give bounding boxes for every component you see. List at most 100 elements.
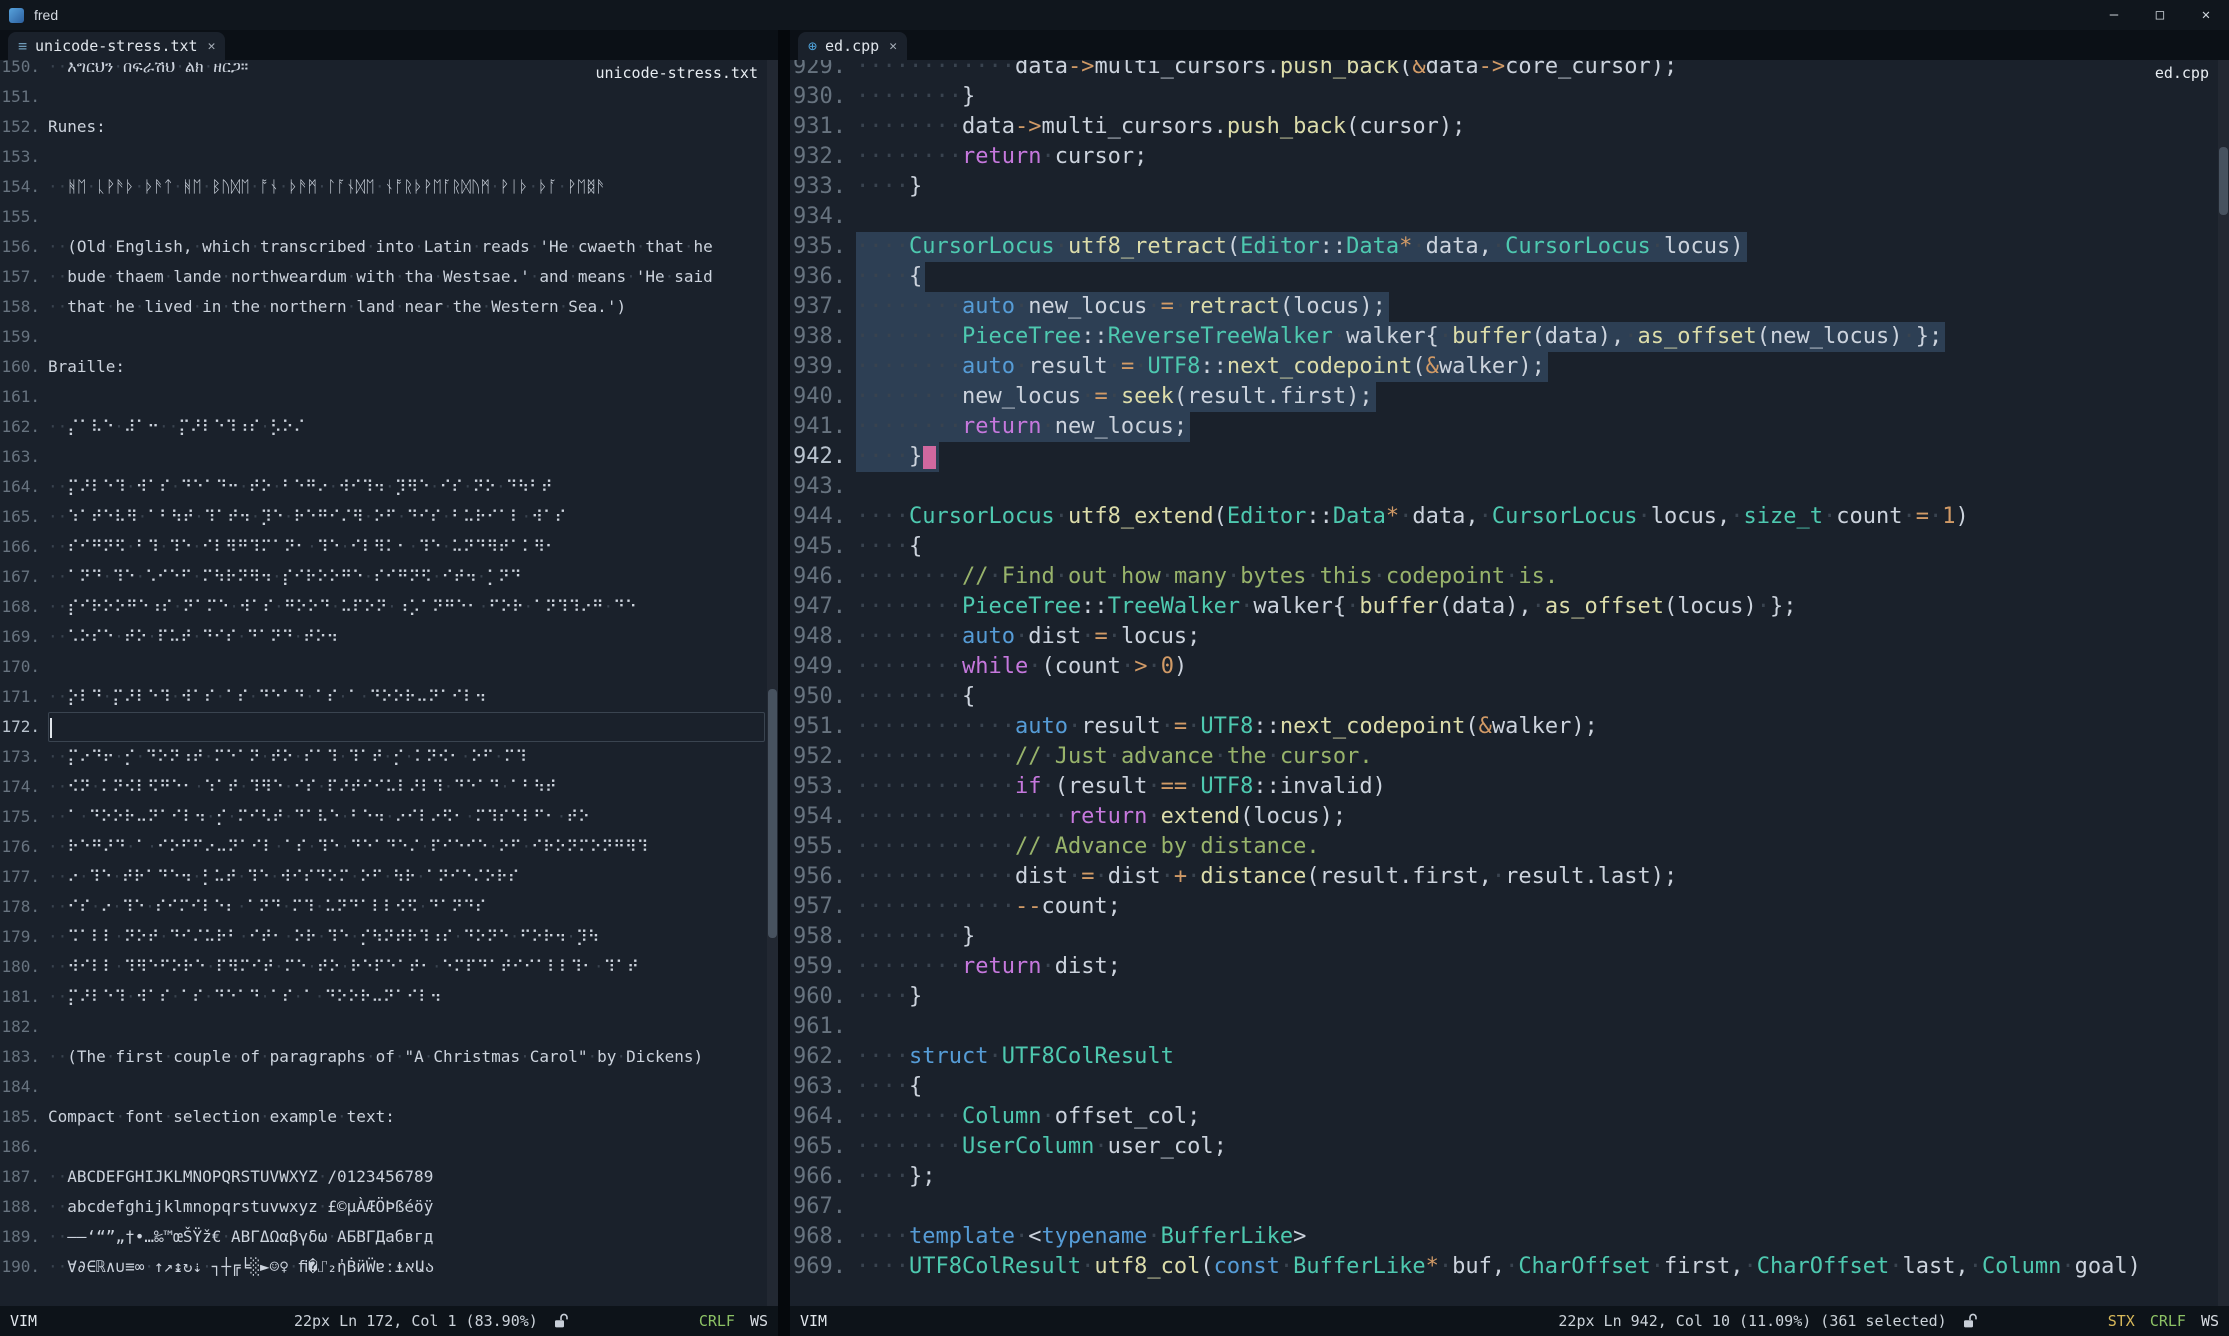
line-content[interactable] [48, 202, 765, 232]
line-content[interactable]: ··(Old·English,·which·transcribed·into·L… [48, 232, 765, 262]
line-content[interactable] [856, 1192, 2216, 1222]
line-content[interactable]: ··⠗⠑⠛⠜⠙·⠁·⠊⠕⠋⠋⠔⠤⠝⠁⠊⠇·⠁⠎·⠹⠑·⠙⠑⠁⠙⠑⠌·⠏⠊⠑⠊⠑·… [48, 832, 765, 862]
line-content[interactable]: ········new_locus·=·seek(result.first); [856, 382, 1376, 412]
line-content[interactable]: ··that·he·lived·in·the·northern·land·nea… [48, 292, 765, 322]
code-line[interactable]: 157.··bude·thaem·lande·northweardum·with… [0, 262, 765, 292]
line-content[interactable]: ··⠎⠊⠛⠝⠫·⠃⠹·⠹⠑·⠊⠇⠻⠛⠹⠍⠁⠝⠂·⠹⠑·⠊⠇⠻⠅⠂·⠹⠑·⠥⠝⠙⠻… [48, 532, 765, 562]
code-line[interactable]: 932.········return·cursor; [790, 142, 2216, 172]
code-line[interactable]: 154.··ᚻᛖ·ᚳᚹᚫᚦ·ᚦᚫᛏ·ᚻᛖ·ᛒᚢᛞᛖ·ᚩᚾ·ᚦᚫᛗ·ᛚᚪᚾᛞᛖ·ᚾ… [0, 172, 765, 202]
code-line[interactable]: 177.··⠔·⠹⠑·⠞⠗⠁⠙⠑⠲·⡃⠥⠞·⠹⠑·⠺⠊⠎⠙⠕⠍·⠕⠋·⠳⠗·⠁⠝… [0, 862, 765, 892]
line-content[interactable]: ··⡍⠜⠇⠑⠹·⠺⠁⠎·⠁⠎·⠙⠑⠁⠙·⠁⠎·⠁·⠙⠕⠕⠗⠤⠝⠁⠊⠇⠲ [48, 982, 765, 1012]
line-content[interactable]: ············dist·=·dist·+·distance(resul… [856, 862, 2216, 892]
line-content[interactable]: ··⠱⠁⠞⠑⠧⠻·⠁⠃⠳⠞·⠹⠁⠞⠲·⡹⠑·⠗⠑⠛⠊⠌⠻·⠕⠋·⠙⠊⠎·⠃⠥⠗⠊… [48, 502, 765, 532]
line-content[interactable]: ··⠊⠎·⠔·⠹⠑·⠎⠊⠍⠊⠇⠑⠆·⠁⠝⠙·⠍⠹·⠥⠝⠙⠁⠇⠇⠪⠫·⠙⠁⠝⠙⠎ [48, 892, 765, 922]
line-content[interactable] [48, 1072, 765, 1102]
code-line[interactable]: 939.········auto·result·=·UTF8::next_cod… [790, 352, 2216, 382]
code-line[interactable]: 954.················return·extend(locus)… [790, 802, 2216, 832]
code-line[interactable]: 958.········} [790, 922, 2216, 952]
code-line[interactable]: 930.········} [790, 82, 2216, 112]
code-line[interactable]: 968.····template·<typename·BufferLike> [790, 1222, 2216, 1252]
line-content[interactable] [48, 82, 765, 112]
line-content[interactable]: ········PieceTree::ReverseTreeWalker·wal… [856, 322, 1945, 352]
code-line[interactable]: 163. [0, 442, 765, 472]
line-content[interactable]: ············if·(result·==·UTF8::invalid) [856, 772, 2216, 802]
code-line[interactable]: 965.········UserColumn·user_col; [790, 1132, 2216, 1162]
line-content[interactable] [48, 1012, 765, 1042]
line-content[interactable]: ··(The·first·couple·of·paragraphs·of·"A·… [48, 1042, 765, 1072]
code-line[interactable]: 967. [790, 1192, 2216, 1222]
code-line[interactable]: 943. [790, 472, 2216, 502]
code-line[interactable]: 165.··⠱⠁⠞⠑⠧⠻·⠁⠃⠳⠞·⠹⠁⠞⠲·⡹⠑·⠗⠑⠛⠊⠌⠻·⠕⠋·⠙⠊⠎·… [0, 502, 765, 532]
code-line[interactable]: 169.··⠡⠕⠎⠑·⠞⠕·⠏⠥⠞·⠙⠊⠎·⠙⠁⠝⠙·⠞⠕⠲ [0, 622, 765, 652]
code-line[interactable]: 173.··⡍⠔⠙⠖·⡊·⠙⠕⠝⠰⠞·⠍⠑⠁⠝·⠞⠕·⠎⠁⠹·⠹⠁⠞·⡊·⠅⠝⠪… [0, 742, 765, 772]
code-line[interactable]: 160.Braille: [0, 352, 765, 382]
code-line[interactable]: 186. [0, 1132, 765, 1162]
line-content[interactable]: ····CursorLocus·utf8_retract(Editor::Dat… [856, 232, 1747, 262]
scrollbar-left[interactable] [767, 60, 778, 1306]
code-line[interactable]: 941.········return·new_locus; [790, 412, 2216, 442]
code-line[interactable]: 960.····} [790, 982, 2216, 1012]
line-content[interactable]: ····{ [856, 532, 2216, 562]
line-content[interactable]: ············auto·result·=·UTF8::next_cod… [856, 712, 2216, 742]
code-line[interactable]: 962.····struct·UTF8ColResult [790, 1042, 2216, 1072]
line-content[interactable] [48, 442, 765, 472]
line-content[interactable]: ····CursorLocus·utf8_extend(Editor::Data… [856, 502, 2216, 532]
code-area-right[interactable]: 929.············data->multi_cursors.push… [790, 60, 2216, 1282]
line-content[interactable]: ············--count; [856, 892, 2216, 922]
code-line[interactable]: 188.··abcdefghijklmnopqrstuvwxyz·£©µÀÆÖÞ… [0, 1192, 765, 1222]
line-content[interactable]: ········auto·new_locus·=·retract(locus); [856, 292, 1389, 322]
line-content[interactable]: ··ᚻᛖ·ᚳᚹᚫᚦ·ᚦᚫᛏ·ᚻᛖ·ᛒᚢᛞᛖ·ᚩᚾ·ᚦᚫᛗ·ᛚᚪᚾᛞᛖ·ᚾᚩᚱᚦᚹ… [48, 172, 765, 202]
tab-unicode-stress[interactable]: ≡ unicode-stress.txt ✕ [8, 32, 225, 60]
line-content[interactable] [48, 712, 765, 742]
line-content[interactable]: ····} [856, 172, 2216, 202]
code-line[interactable]: 931.········data->multi_cursors.push_bac… [790, 112, 2216, 142]
code-line[interactable]: 189.··–—‘“”„†•…‰™œŠŸž€·ΑΒΓΔΩαβγδω·АБВГДа… [0, 1222, 765, 1252]
tab-ed-cpp[interactable]: ⊕ ed.cpp ✕ [798, 32, 907, 60]
code-line[interactable]: 950.········{ [790, 682, 2216, 712]
editor-left[interactable]: 150.··እግርህን·በፍራሽህ·ልክ·ዘርጋ።151.152.Runes:1… [0, 60, 778, 1306]
line-content[interactable] [48, 1132, 765, 1162]
line-content[interactable]: Compact·font·selection·example·text: [48, 1102, 765, 1132]
line-content[interactable]: ············data->multi_cursors.push_bac… [856, 60, 2216, 82]
line-content[interactable]: ········{ [856, 682, 2216, 712]
line-content[interactable] [48, 382, 765, 412]
line-content[interactable] [48, 142, 765, 172]
code-line[interactable]: 180.··⠺⠊⠇⠇·⠹⠻⠑⠋⠕⠗⠑·⠏⠻⠍⠊⠞·⠍⠑·⠞⠕·⠗⠑⠏⠑⠁⠞⠂·⠑… [0, 952, 765, 982]
line-content[interactable]: ····} [856, 982, 2216, 1012]
line-content[interactable]: ········//·Find·out·how·many·bytes·this·… [856, 562, 2216, 592]
code-line[interactable]: 957.············--count; [790, 892, 2216, 922]
tab-close-icon[interactable]: ✕ [889, 39, 897, 54]
code-line[interactable]: 945.····{ [790, 532, 2216, 562]
line-content[interactable]: ············//·Just·advance·the·cursor. [856, 742, 2216, 772]
code-line[interactable]: 151. [0, 82, 765, 112]
code-line[interactable]: 155. [0, 202, 765, 232]
line-content[interactable]: ········Column·offset_col; [856, 1102, 2216, 1132]
line-content[interactable]: ··abcdefghijklmnopqrstuvwxyz·£©µÀÆÖÞßéöÿ [48, 1192, 765, 1222]
code-line[interactable]: 161. [0, 382, 765, 412]
code-line[interactable]: 937.········auto·new_locus·=·retract(loc… [790, 292, 2216, 322]
code-line[interactable]: 938.········PieceTree::ReverseTreeWalker… [790, 322, 2216, 352]
code-line[interactable]: 175.··⠁·⠙⠕⠕⠗⠤⠝⠁⠊⠇⠲·⡊·⠍⠊⠣⠞·⠙⠁⠧⠑·⠃⠑⠲·⠔⠊⠇⠔⠫… [0, 802, 765, 832]
line-content[interactable]: ··⡎⠊⠗⠕⠕⠛⠑⠰⠎·⠝⠁⠍⠑·⠺⠁⠎·⠛⠕⠕⠙·⠥⠏⠕⠝·⠰⡡⠁⠝⠛⠑⠂·⠋… [48, 592, 765, 622]
line-content[interactable]: ··⠡⠕⠎⠑·⠞⠕·⠏⠥⠞·⠙⠊⠎·⠙⠁⠝⠙·⠞⠕⠲ [48, 622, 765, 652]
code-line[interactable]: 949.········while·(count·>·0) [790, 652, 2216, 682]
code-line[interactable]: 174.··⠪⠝·⠅⠝⠪⠇⠫⠛⠑⠂·⠱⠁⠞·⠹⠻⠑·⠊⠎·⠏⠜⠞⠊⠊⠥⠇⠜⠇⠹·… [0, 772, 765, 802]
line-content[interactable]: ········return·dist; [856, 952, 2216, 982]
line-content[interactable]: ········auto·dist·=·locus; [856, 622, 2216, 652]
scrollbar-thumb-right[interactable] [2219, 147, 2228, 214]
code-line[interactable]: 184. [0, 1072, 765, 1102]
code-line[interactable]: 947.········PieceTree::TreeWalker·walker… [790, 592, 2216, 622]
code-line[interactable]: 162.··⡌⠁⠧⠑·⠼⠁⠒··⡍⠜⠇⠑⠹⠰⠎·⡣⠕⠌ [0, 412, 765, 442]
code-line[interactable]: 961. [790, 1012, 2216, 1042]
line-content[interactable]: ····} [856, 442, 939, 472]
code-line[interactable]: 159. [0, 322, 765, 352]
code-line[interactable]: 190.··∀∂∈ℝ∧∪≡∞·↑↗↨↻⇣·┐┼╔╘░►☺♀·ﬁ�⑀₂ἠḂӥẄɐː… [0, 1252, 765, 1282]
code-line[interactable]: 183.··(The·first·couple·of·paragraphs·of… [0, 1042, 765, 1072]
code-line[interactable]: 956.············dist·=·dist·+·distance(r… [790, 862, 2216, 892]
code-line[interactable]: 167.··⠁⠝⠙·⠹⠑·⠡⠊⠑⠋·⠍⠳⠗⠝⠻⠲·⡎⠊⠗⠕⠕⠛⠑·⠎⠊⠛⠝⠫·⠊… [0, 562, 765, 592]
line-content[interactable]: ··⠁⠝⠙·⠹⠑·⠡⠊⠑⠋·⠍⠳⠗⠝⠻⠲·⡎⠊⠗⠕⠕⠛⠑·⠎⠊⠛⠝⠫·⠊⠞⠲·⡁… [48, 562, 765, 592]
scrollbar-thumb-left[interactable] [768, 689, 777, 938]
code-line[interactable]: 969.····UTF8ColResult·utf8_col(const·Buf… [790, 1252, 2216, 1282]
line-content[interactable]: ····struct·UTF8ColResult [856, 1042, 2216, 1072]
line-content[interactable]: ··⠁·⠙⠕⠕⠗⠤⠝⠁⠊⠇⠲·⡊·⠍⠊⠣⠞·⠙⠁⠧⠑·⠃⠑⠲·⠔⠊⠇⠔⠫⠂·⠍⠹… [48, 802, 765, 832]
